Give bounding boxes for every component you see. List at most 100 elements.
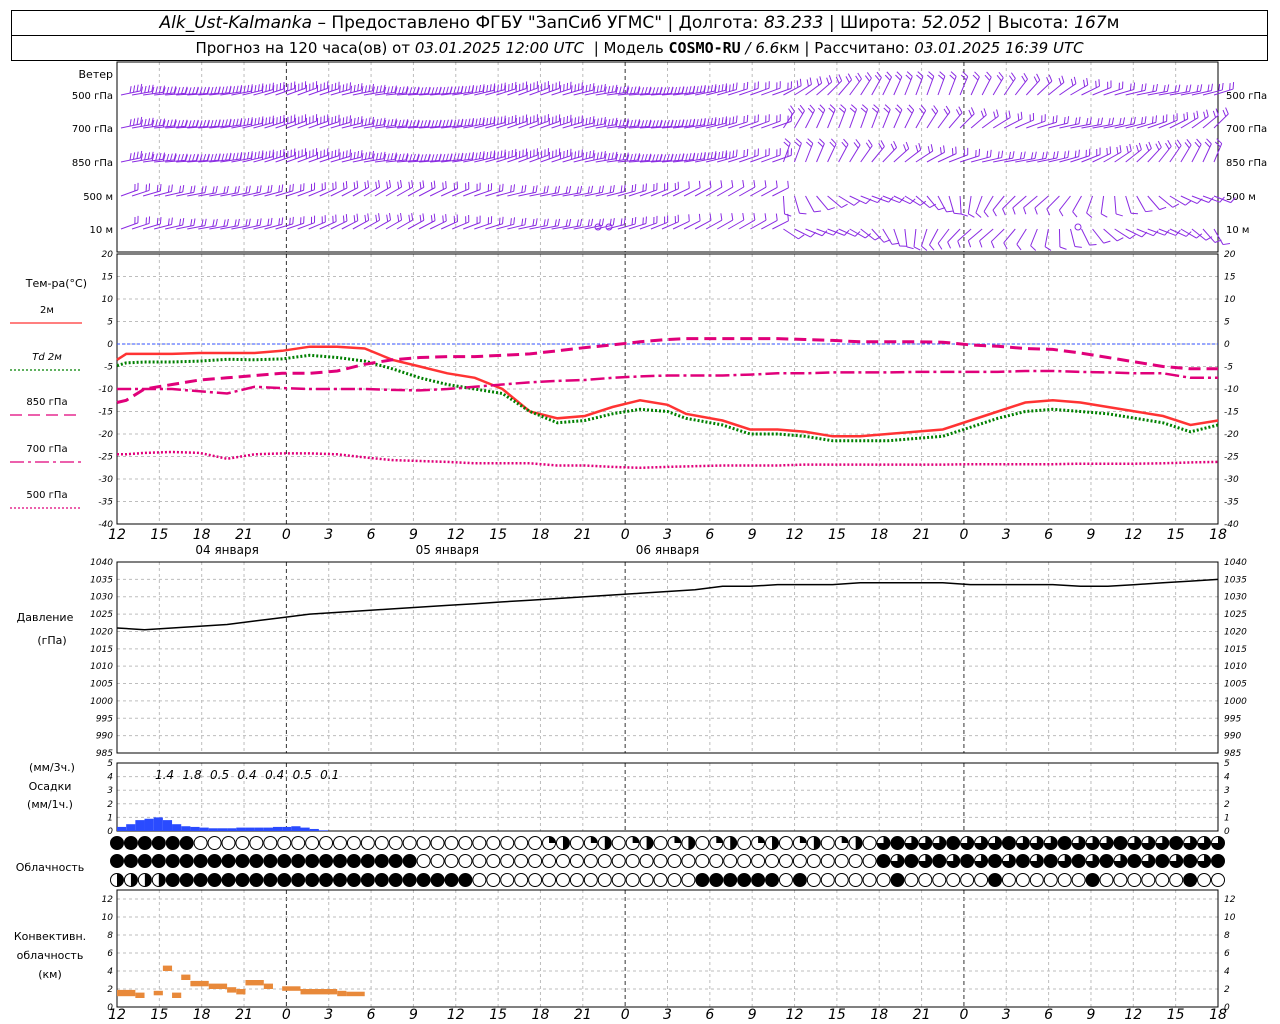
wind-barb-feather <box>1036 73 1041 81</box>
wind-barb-feather <box>500 83 503 91</box>
wind-barb-feather <box>225 153 228 161</box>
clear-sky-icon <box>305 836 320 850</box>
wind-barb-feather <box>579 185 583 193</box>
wind-barb-feather <box>1189 84 1192 92</box>
wind-barb-feather <box>883 107 890 114</box>
overcast-cloud-icon <box>332 873 347 887</box>
wind-barb-feather <box>685 153 688 161</box>
clear-sky-icon <box>1197 873 1212 887</box>
hour-tick-label: 18 <box>193 1007 211 1023</box>
conv-y-tick: 2 <box>107 985 113 995</box>
conv-cloud-segment <box>282 986 301 991</box>
clear-sky-icon <box>277 836 292 850</box>
wind-barb-feather <box>886 71 892 78</box>
wind-barb-feather <box>159 183 162 192</box>
precip-bar <box>153 817 163 831</box>
wind-barb-feather <box>799 104 805 112</box>
wind-barb-feather <box>788 108 793 115</box>
pressure-y-tick: 1000 <box>90 697 113 707</box>
overcast-cloud-icon <box>430 873 445 887</box>
partial-cloud-icon <box>848 836 863 850</box>
overcast-cloud-icon <box>137 836 152 850</box>
hour-tick-label: 9 <box>748 1007 757 1023</box>
wind-barb-feather <box>618 119 622 127</box>
wind-barb-feather <box>967 240 972 248</box>
overcast-cloud-icon <box>709 873 724 887</box>
wind-barb-feather <box>1063 151 1066 159</box>
wind-barb-shaft <box>827 80 843 96</box>
wind-barb-feather <box>998 71 1004 79</box>
wind-barb-feather <box>577 116 580 124</box>
precip-y-tick: 5 <box>107 759 113 769</box>
wind-barb-shaft <box>871 228 885 243</box>
clear-sky-icon <box>653 836 668 850</box>
wind-barb-feather <box>1103 240 1111 244</box>
wind-level-label: 10 м <box>1226 225 1249 236</box>
clear-sky-icon <box>514 873 529 887</box>
wind-barb-feather <box>819 104 826 111</box>
wind-barb-feather <box>1034 207 1038 215</box>
wind-barb-shaft <box>529 87 549 96</box>
wind-barb-feather <box>342 117 345 125</box>
wind-barb-shaft <box>1081 228 1090 246</box>
wind-barb-shaft <box>717 156 737 163</box>
cloud-symbol-circle <box>151 836 166 850</box>
wind-barb-feather <box>677 119 681 127</box>
wind-barb-feather <box>223 219 226 227</box>
overcast-cloud-icon <box>751 873 766 887</box>
cloud-symbol-circle <box>221 836 236 850</box>
temp-y-tick: 20 <box>1224 250 1236 260</box>
overcast-cloud-icon <box>346 854 361 868</box>
wind-barb-feather <box>364 181 367 189</box>
wind-barb-feather <box>809 104 815 111</box>
clear-sky-icon <box>820 873 835 887</box>
cloud-symbol-circle <box>904 873 919 887</box>
wind-barb-feather <box>1059 246 1067 250</box>
conv-cloud-segment <box>245 980 264 986</box>
conv-title-line: Конвективн. <box>14 930 86 943</box>
wind-barb-feather <box>423 120 427 128</box>
wind-barb-shaft <box>1180 117 1199 129</box>
wind-barb-feather <box>390 152 394 161</box>
wind-barb-feather <box>1012 151 1015 159</box>
cloud-symbol-circle <box>862 854 877 868</box>
cloud-symbol-fill <box>590 836 598 843</box>
cloud-symbol-circle <box>1113 873 1128 887</box>
cloud-symbol-circle <box>611 873 626 887</box>
wind-barb-shaft <box>1103 228 1118 242</box>
cloud-symbol-fill <box>841 836 849 843</box>
conv-y-tick: 10 <box>102 913 114 923</box>
wind-barb-feather <box>464 153 467 161</box>
cloud-symbol-circle <box>904 854 919 868</box>
wind-barb-feather <box>445 119 449 127</box>
wind-barb-shaft <box>871 109 880 129</box>
cloud-symbol-circle <box>402 836 417 850</box>
hour-tick-label: 3 <box>324 1007 333 1023</box>
cloud-symbol-circle <box>960 854 975 868</box>
temp-y-tick: -20 <box>98 430 113 440</box>
wind-barb-shaft <box>1014 78 1028 96</box>
clear-sky-icon <box>778 836 793 850</box>
wind-barb-feather <box>600 84 603 92</box>
wind-barb-feather <box>203 153 207 161</box>
temp-y-tick: 0 <box>1224 340 1230 350</box>
temp-y-tick: 0 <box>107 340 113 350</box>
cloud-symbol-circle <box>806 873 821 887</box>
wind-barb-shaft <box>286 87 306 96</box>
wind-barb-shaft <box>264 88 284 96</box>
wind-barb-feather <box>699 152 703 160</box>
wind-barb-shaft <box>838 109 847 129</box>
wind-barb-feather <box>939 71 946 77</box>
clear-sky-icon <box>862 836 877 850</box>
wind-level-label: 700 гПа <box>72 124 113 135</box>
wind-barb-feather <box>357 150 360 159</box>
wind-barb-feather <box>972 74 979 81</box>
partial-cloud-icon <box>1029 854 1044 868</box>
hour-tick-label: 18 <box>870 1007 888 1023</box>
cloud-symbol-circle <box>667 873 682 887</box>
wind-barb-shaft <box>772 154 792 163</box>
cloud-symbol-circle <box>542 854 557 868</box>
overcast-cloud-icon <box>932 854 947 868</box>
clear-sky-icon <box>625 873 640 887</box>
wind-barb-feather <box>1095 80 1097 88</box>
